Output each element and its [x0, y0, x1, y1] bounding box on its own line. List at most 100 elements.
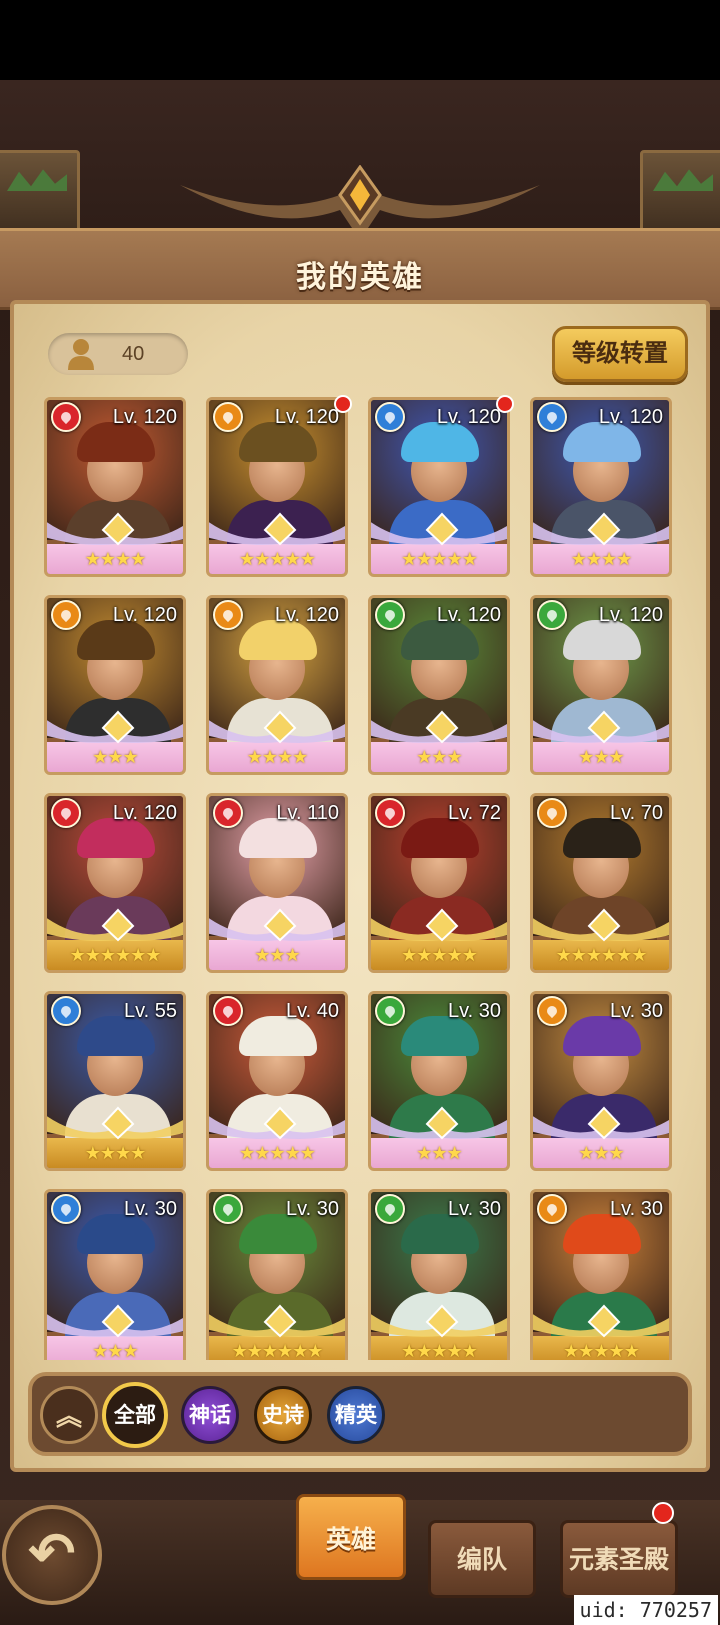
star-rating: ★★★★	[570, 549, 633, 569]
star-rating: ★★★★	[246, 747, 309, 767]
hero-card[interactable]: ★★★★★ Lv. 40	[206, 991, 348, 1171]
myth-wings-frame	[209, 1106, 345, 1140]
back-arrow-icon[interactable]: ↶	[2, 1505, 102, 1605]
star-rating: ★★★★★	[401, 1341, 478, 1360]
hero-level: Lv. 30	[448, 1000, 501, 1022]
hero-card[interactable]: ★★★ Lv. 120	[44, 595, 186, 775]
hero-level: Lv. 30	[448, 1198, 501, 1220]
fire-element-icon	[375, 798, 405, 828]
hero-level: Lv. 120	[436, 604, 501, 626]
myth-wings-frame	[209, 512, 345, 546]
epic-frame	[371, 908, 507, 942]
star-rating: ★★★★	[84, 1143, 147, 1163]
hero-level: Lv. 120	[598, 604, 663, 626]
tab-element-temple[interactable]: 元素圣殿	[560, 1520, 678, 1598]
fire-element-icon	[51, 402, 81, 432]
tab-hero[interactable]: 英雄	[296, 1494, 406, 1580]
hero-card[interactable]: ★★★ Lv. 30	[530, 991, 672, 1171]
person-icon	[68, 339, 94, 370]
filter-all-button[interactable]: 全部	[102, 1382, 168, 1448]
star-rating: ★★★★★★	[231, 1341, 324, 1360]
hero-level: Lv. 110	[276, 802, 339, 824]
hero-card[interactable]: ★★★★ Lv. 120	[44, 397, 186, 577]
filter-epic-button[interactable]: 史诗	[254, 1386, 312, 1444]
myth-wings-frame	[533, 1106, 669, 1140]
star-rating: ★★★★★	[401, 945, 478, 965]
epic-frame	[533, 1304, 669, 1338]
earth-element-icon	[213, 600, 243, 630]
myth-wings-frame	[209, 710, 345, 744]
right-pillar-decoration	[640, 150, 720, 236]
star-rating: ★★★	[416, 1143, 462, 1163]
hero-card[interactable]: ★★★★★ Lv. 30	[530, 1189, 672, 1360]
page-title: 我的英雄	[296, 261, 424, 294]
hero-card[interactable]: ★★★★★★ Lv. 120	[44, 793, 186, 973]
fire-element-icon	[51, 798, 81, 828]
filter-elite-button[interactable]: 精英	[327, 1386, 385, 1444]
hero-card[interactable]: ★★★★★★ Lv. 70	[530, 793, 672, 973]
hero-card[interactable]: ★★★ Lv. 30	[368, 991, 510, 1171]
epic-frame	[47, 1106, 183, 1140]
hero-card[interactable]: ★★★ Lv. 110	[206, 793, 348, 973]
hero-level: Lv. 120	[436, 406, 501, 428]
epic-frame	[371, 1304, 507, 1338]
star-rating: ★★★★★★	[69, 945, 162, 965]
water-element-icon	[51, 1194, 81, 1224]
status-bar-area	[0, 0, 720, 80]
hero-level: Lv. 30	[286, 1198, 339, 1220]
hero-card[interactable]: ★★★★★★ Lv. 30	[206, 1189, 348, 1360]
myth-wings-frame	[209, 908, 345, 942]
hero-level: Lv. 120	[112, 802, 177, 824]
notification-dot	[652, 1502, 674, 1524]
hero-level: Lv. 120	[112, 406, 177, 428]
star-rating: ★★★★★	[239, 549, 316, 569]
star-rating: ★★★★★★	[555, 945, 648, 965]
collapse-chevron-icon[interactable]: ︽	[40, 1386, 98, 1444]
notification-dot	[334, 395, 352, 413]
tab-team[interactable]: 编队	[428, 1520, 536, 1598]
hero-level: Lv. 70	[610, 802, 663, 824]
hero-grid: ★★★★ Lv. 120 ★★★★★ Lv. 120 ★★★★★ Lv. 120 ★★★★ L…	[40, 395, 680, 1360]
hero-card[interactable]: ★★★★★ Lv. 120	[206, 397, 348, 577]
wind-element-icon	[375, 996, 405, 1026]
hero-card[interactable]: ★★★★★ Lv. 120	[368, 397, 510, 577]
earth-element-icon	[537, 1194, 567, 1224]
hero-card[interactable]: ★★★★★ Lv. 72	[368, 793, 510, 973]
hero-level: Lv. 120	[274, 604, 339, 626]
star-rating: ★★★	[416, 747, 462, 767]
fire-element-icon	[213, 798, 243, 828]
hero-card[interactable]: ★★★★★ Lv. 30	[368, 1189, 510, 1360]
fire-element-icon	[213, 996, 243, 1026]
earth-element-icon	[537, 996, 567, 1026]
star-rating: ★★★	[578, 1143, 624, 1163]
water-element-icon	[375, 402, 405, 432]
hero-level: Lv. 30	[124, 1198, 177, 1220]
hero-card[interactable]: ★★★★ Lv. 55	[44, 991, 186, 1171]
hero-card[interactable]: ★★★ Lv. 120	[530, 595, 672, 775]
star-rating: ★★★	[92, 1341, 138, 1360]
star-rating: ★★★★★	[563, 1341, 640, 1360]
level-transfer-button[interactable]: 等级转置	[552, 326, 688, 382]
notification-dot	[496, 395, 514, 413]
hero-level: Lv. 72	[448, 802, 501, 824]
epic-frame	[209, 1304, 345, 1338]
myth-wings-frame	[371, 710, 507, 744]
hero-card[interactable]: ★★★★ Lv. 120	[206, 595, 348, 775]
star-rating: ★★★★★	[239, 1143, 316, 1163]
star-rating: ★★★	[254, 945, 300, 965]
uid-label: uid: 770257	[573, 1595, 718, 1625]
wind-element-icon	[375, 1194, 405, 1224]
water-element-icon	[51, 996, 81, 1026]
myth-wings-frame	[533, 710, 669, 744]
filter-myth-button[interactable]: 神话	[181, 1386, 239, 1444]
myth-wings-frame	[47, 512, 183, 546]
star-rating: ★★★	[578, 747, 624, 767]
hero-level: Lv. 120	[598, 406, 663, 428]
hero-card[interactable]: ★★★ Lv. 30	[44, 1189, 186, 1360]
hero-card[interactable]: ★★★★ Lv. 120	[530, 397, 672, 577]
hero-level: Lv. 120	[274, 406, 339, 428]
hero-level: Lv. 120	[112, 604, 177, 626]
hero-card[interactable]: ★★★ Lv. 120	[368, 595, 510, 775]
hero-level: Lv. 55	[124, 1000, 177, 1022]
epic-frame	[47, 908, 183, 942]
